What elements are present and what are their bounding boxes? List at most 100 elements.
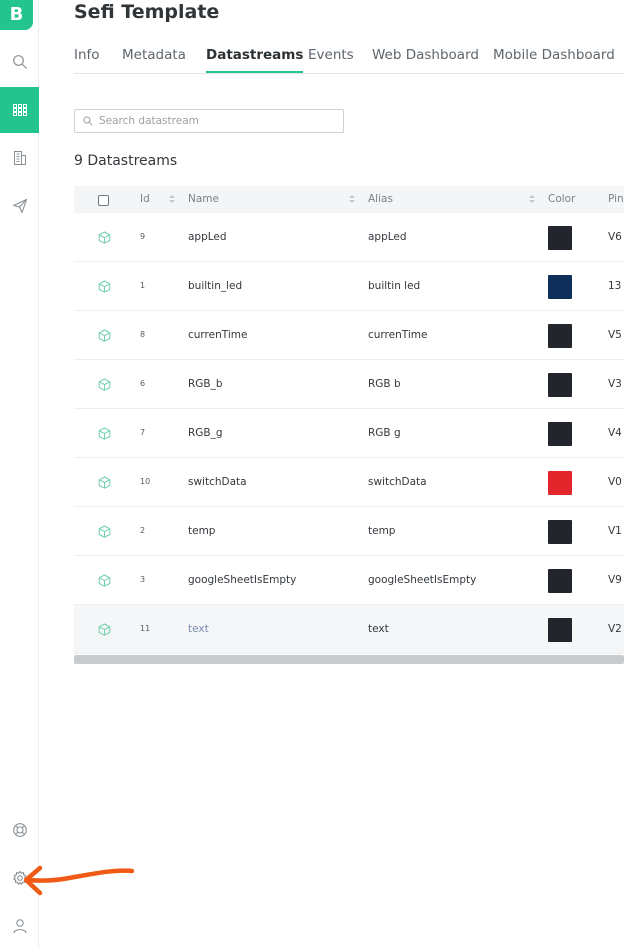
cell-id: 2 <box>140 526 146 535</box>
page-title: Sefi Template <box>74 1 220 23</box>
search-icon <box>83 116 93 126</box>
cell-id: 9 <box>140 232 146 241</box>
cell-alias: currenTime <box>368 329 428 341</box>
tab-web-dashboard[interactable]: Web Dashboard <box>372 46 479 73</box>
cell-pin: 13 <box>608 280 622 292</box>
cell-id: 1 <box>140 281 146 290</box>
cell-pin: V1 <box>608 525 622 537</box>
cell-alias: appLed <box>368 231 407 243</box>
cube-icon <box>98 231 111 244</box>
cell-alias: googleSheetIsEmpty <box>368 574 477 586</box>
cube-icon <box>98 378 111 391</box>
table-row[interactable]: 9 appLed appLed V6 <box>74 213 624 262</box>
cell-id: 6 <box>140 379 146 388</box>
column-header-name[interactable]: Name <box>188 186 219 213</box>
cell-name[interactable]: currenTime <box>188 311 247 359</box>
cell-pin: V2 <box>608 623 622 635</box>
sidebar-templates-button[interactable] <box>0 87 39 133</box>
sidebar-organizations-button[interactable] <box>0 135 39 181</box>
search-input[interactable] <box>99 115 319 127</box>
cell-alias: switchData <box>368 476 427 488</box>
tab-events[interactable]: Events <box>308 46 354 73</box>
color-swatch <box>548 226 572 250</box>
datastreams-table: Id Name Alias Color Pin 9 appLed appLed V6 1… <box>74 186 624 654</box>
annotation-arrow-icon <box>23 865 135 896</box>
sort-icon[interactable] <box>529 195 535 205</box>
cube-icon <box>98 574 111 587</box>
cell-alias: RGB b <box>368 378 401 390</box>
building-icon <box>13 151 26 165</box>
tab-bar: Info Metadata Datastreams Events Web Das… <box>74 46 624 74</box>
column-header-color: Color <box>548 193 576 205</box>
cell-name[interactable]: appLed <box>188 213 227 261</box>
sidebar-messages-button[interactable] <box>0 183 39 229</box>
horizontal-scrollbar[interactable] <box>74 655 624 664</box>
cell-id: 10 <box>140 477 151 486</box>
table-row[interactable]: 11 text text V2 <box>74 605 624 654</box>
color-swatch <box>548 471 572 495</box>
cell-name[interactable]: RGB_b <box>188 360 223 408</box>
cell-pin: V5 <box>608 329 622 341</box>
sidebar: B <box>0 0 39 948</box>
cell-alias: RGB g <box>368 427 401 439</box>
table-body: 9 appLed appLed V6 1 builtin_led builtin led 13… <box>74 213 624 654</box>
cube-icon <box>98 427 111 440</box>
table-row[interactable]: 8 currenTime currenTime V5 <box>74 311 624 360</box>
search-icon <box>12 55 27 69</box>
cell-alias: builtin led <box>368 280 421 292</box>
cell-alias: temp <box>368 525 396 537</box>
sidebar-search-button[interactable] <box>0 39 39 85</box>
cell-pin: V4 <box>608 427 622 439</box>
cell-pin: V0 <box>608 476 622 488</box>
cube-icon <box>98 525 111 538</box>
tab-info[interactable]: Info <box>74 46 100 73</box>
cube-icon <box>98 329 111 342</box>
cell-pin: V3 <box>608 378 622 390</box>
cell-pin: V9 <box>608 574 622 586</box>
cell-id: 11 <box>140 624 151 633</box>
color-swatch <box>548 324 572 348</box>
tab-datastreams[interactable]: Datastreams <box>206 46 304 73</box>
cell-name[interactable]: text <box>188 605 209 653</box>
color-swatch <box>548 275 572 299</box>
color-swatch <box>548 422 572 446</box>
cube-icon <box>98 280 111 293</box>
user-icon <box>12 919 27 934</box>
send-icon <box>12 198 27 214</box>
tab-mobile-dashboard[interactable]: Mobile Dashboard <box>493 46 615 73</box>
color-swatch <box>548 373 572 397</box>
color-swatch <box>548 520 572 544</box>
table-header: Id Name Alias Color Pin <box>74 186 624 213</box>
cell-name[interactable]: googleSheetIsEmpty <box>188 556 296 604</box>
cell-name[interactable]: switchData <box>188 458 247 506</box>
table-row[interactable]: 7 RGB_g RGB g V4 <box>74 409 624 458</box>
search-box <box>74 109 344 133</box>
column-header-id[interactable]: Id <box>140 186 150 213</box>
table-row[interactable]: 3 googleSheetIsEmpty googleSheetIsEmpty V9 <box>74 556 624 605</box>
cell-alias: text <box>368 623 389 635</box>
table-row[interactable]: 2 temp temp V1 <box>74 507 624 556</box>
color-swatch <box>548 618 572 642</box>
table-row[interactable]: 1 builtin_led builtin led 13 <box>74 262 624 311</box>
sort-icon[interactable] <box>169 195 175 205</box>
select-all-checkbox[interactable] <box>98 195 109 206</box>
cube-icon <box>98 476 111 489</box>
cell-pin: V6 <box>608 231 622 243</box>
sidebar-help-button[interactable] <box>0 807 39 853</box>
app-logo[interactable]: B <box>0 0 33 30</box>
sort-icon[interactable] <box>349 195 355 205</box>
cell-id: 7 <box>140 428 146 437</box>
grid-icon <box>12 104 27 116</box>
sidebar-profile-button[interactable] <box>0 903 39 948</box>
table-row[interactable]: 6 RGB_b RGB b V3 <box>74 360 624 409</box>
cell-name[interactable]: builtin_led <box>188 262 242 310</box>
color-swatch <box>548 569 572 593</box>
cell-id: 8 <box>140 330 146 339</box>
table-row[interactable]: 10 switchData switchData V0 <box>74 458 624 507</box>
lifebuoy-icon <box>12 823 27 837</box>
cube-icon <box>98 623 111 636</box>
column-header-alias[interactable]: Alias <box>368 186 393 213</box>
cell-name[interactable]: RGB_g <box>188 409 223 457</box>
cell-name[interactable]: temp <box>188 507 215 555</box>
tab-metadata[interactable]: Metadata <box>122 46 186 73</box>
